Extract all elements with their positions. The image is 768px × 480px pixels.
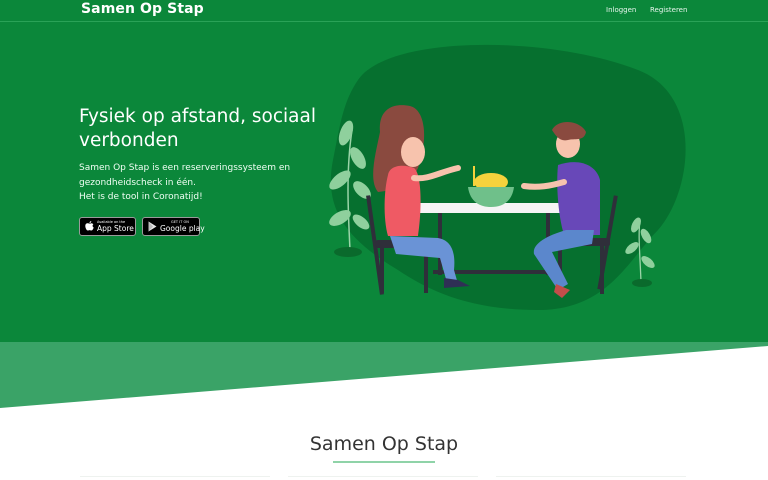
hero-description: Samen Op Stap is een reserveringssysteem… bbox=[79, 161, 319, 205]
divider bbox=[288, 476, 478, 477]
divider bbox=[496, 476, 686, 477]
hero-line: Het is de tool in Coronatijd! bbox=[79, 192, 203, 202]
app-store-button[interactable]: Available on the App Store bbox=[79, 217, 136, 236]
register-link[interactable]: Registeren bbox=[650, 6, 687, 14]
divider bbox=[80, 476, 270, 477]
login-link[interactable]: Inloggen bbox=[606, 6, 636, 14]
google-play-button[interactable]: GET IT ON Google play bbox=[142, 217, 205, 236]
dining-illustration bbox=[329, 44, 686, 310]
google-play-label: Google play bbox=[160, 224, 205, 233]
section-title: Samen Op Stap bbox=[309, 433, 459, 455]
apple-icon bbox=[85, 221, 94, 235]
hero-title: Fysiek op afstand, sociaal verbonden bbox=[79, 106, 316, 151]
brand-link[interactable]: Samen Op Stap bbox=[81, 1, 204, 17]
hero-line: gezondheidscheck in één. bbox=[79, 177, 196, 188]
diagonal-band bbox=[0, 342, 768, 412]
navbar: Samen Op Stap Inloggen Registeren bbox=[0, 0, 768, 22]
play-store-icon bbox=[148, 221, 157, 235]
section-underline bbox=[333, 461, 435, 463]
app-store-label: App Store bbox=[97, 224, 134, 233]
hero-line: Samen Op Stap is een reserveringssysteem… bbox=[79, 163, 291, 173]
